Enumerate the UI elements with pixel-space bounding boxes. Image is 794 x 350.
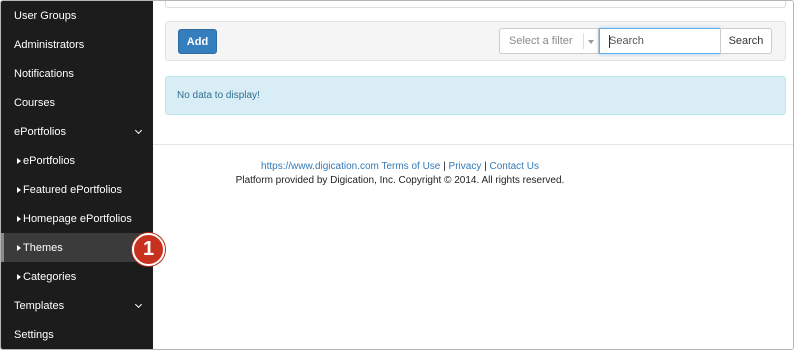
caret-right-icon	[17, 186, 21, 193]
sidebar-item-label: Courses	[14, 96, 55, 109]
copyright-text: Platform provided by Digication, Inc. Co…	[235, 175, 565, 186]
sidebar-item-eportfolios-group[interactable]: ePortfolios	[1, 117, 153, 146]
footer: https://www.digication.com Terms of Use …	[153, 160, 647, 188]
sidebar-item-label: Themes	[23, 241, 63, 254]
sidebar-item-eportfolios[interactable]: ePortfolios	[1, 146, 153, 175]
sidebar: User Groups Administrators Notifications…	[1, 1, 153, 349]
sidebar-item-label: ePortfolios	[14, 125, 66, 138]
caret-right-icon	[17, 244, 21, 251]
previous-panel-edge	[165, 1, 786, 8]
step-number-badge: 1	[132, 233, 165, 266]
privacy-link[interactable]: Privacy	[449, 161, 482, 172]
sidebar-item-user-groups[interactable]: User Groups	[1, 1, 153, 30]
sidebar-item-featured-eportfolios[interactable]: Featured ePortfolios	[1, 175, 153, 204]
alert-message: No data to display!	[177, 90, 260, 101]
link-separator: |	[484, 161, 487, 172]
caret-right-icon	[17, 273, 21, 280]
chevron-down-icon	[134, 126, 143, 134]
sidebar-item-label: Administrators	[14, 38, 85, 51]
sidebar-item-label: Templates	[14, 299, 65, 312]
footer-divider	[153, 144, 793, 145]
terms-link[interactable]: https://www.digication.com Terms of Use	[261, 161, 440, 172]
sidebar-item-themes[interactable]: Themes	[1, 233, 153, 262]
text-cursor	[609, 35, 610, 48]
link-separator: |	[443, 161, 446, 172]
search-button[interactable]: Search	[720, 28, 772, 54]
main-content: Add Select a filter Search Search No dat…	[153, 1, 793, 349]
app-window: User Groups Administrators Notifications…	[0, 0, 794, 350]
caret-right-icon	[17, 215, 21, 222]
sidebar-item-notifications[interactable]: Notifications	[1, 59, 153, 88]
search-input[interactable]: Search	[599, 28, 721, 54]
search-placeholder: Search	[609, 35, 644, 47]
sidebar-item-label: ePortfolios	[23, 154, 75, 167]
sidebar-item-homepage-eportfolios[interactable]: Homepage ePortfolios	[1, 204, 153, 233]
sidebar-item-label: Settings	[14, 328, 54, 341]
sidebar-item-courses[interactable]: Courses	[1, 88, 153, 117]
footer-links: https://www.digication.com Terms of Use …	[153, 160, 647, 174]
sidebar-item-settings[interactable]: Settings	[1, 320, 153, 349]
sidebar-item-label: Notifications	[14, 67, 74, 80]
sidebar-item-label: Categories	[23, 270, 77, 283]
empty-state-alert: No data to display!	[165, 76, 786, 115]
sidebar-item-categories[interactable]: Categories	[1, 262, 153, 291]
sidebar-item-label: User Groups	[14, 9, 77, 22]
contact-link[interactable]: Contact Us	[490, 161, 539, 172]
filter-placeholder: Select a filter	[509, 35, 573, 47]
sidebar-item-templates[interactable]: Templates	[1, 291, 153, 320]
select-divider	[583, 33, 584, 49]
chevron-down-icon	[134, 300, 143, 308]
caret-right-icon	[17, 157, 21, 164]
sidebar-item-administrators[interactable]: Administrators	[1, 30, 153, 59]
caret-down-icon	[588, 40, 594, 44]
filter-select[interactable]: Select a filter	[499, 28, 599, 54]
toolbar: Add Select a filter Search Search	[165, 21, 786, 61]
add-button[interactable]: Add	[178, 29, 217, 54]
